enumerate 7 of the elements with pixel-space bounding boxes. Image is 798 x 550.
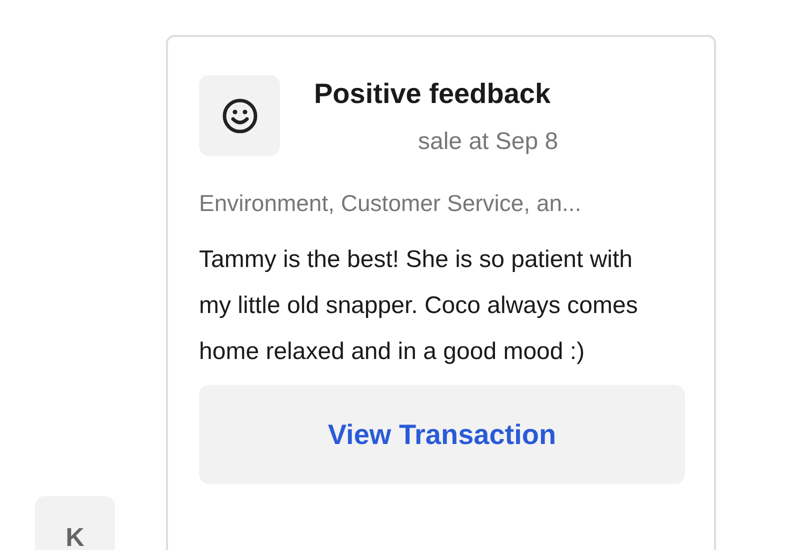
smiley-icon [222,98,258,134]
view-transaction-button[interactable]: View Transaction [199,385,685,484]
feedback-title: Positive feedback [314,78,552,110]
sale-date: sale at Sep 8 [418,128,558,156]
avatar-tile[interactable]: K [35,496,115,550]
feedback-tags: Environment, Customer Service, an... [199,190,682,217]
feedback-comment: Tammy is the best! She is so patient with my little old snapper. Coco always comes home relaxed and in a good mood :) [199,245,639,367]
